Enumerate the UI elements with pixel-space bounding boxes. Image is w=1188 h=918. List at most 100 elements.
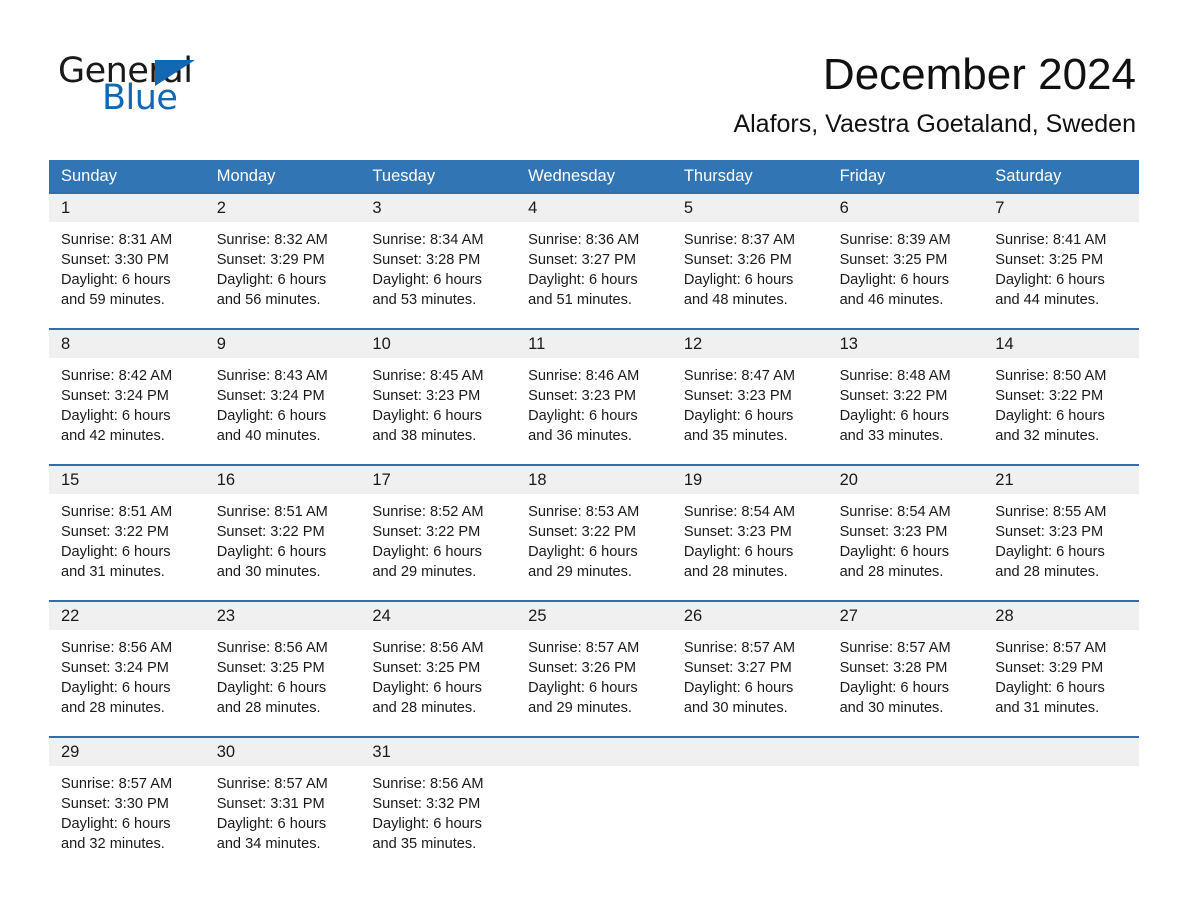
day-detail-line: Sunset: 3:26 PM — [528, 659, 637, 676]
day-cell[interactable]: Sunrise: 8:45 AM Sunset: 3:23 PM Daylight:… — [360, 358, 516, 464]
day-detail-line: Daylight: 6 hours — [372, 271, 482, 288]
day-number[interactable]: 20 — [828, 466, 984, 494]
day-detail-line: Sunrise: 8:54 AM — [839, 503, 951, 520]
day-number[interactable]: 5 — [672, 194, 828, 222]
day-detail-line: Sunrise: 8:45 AM — [372, 367, 484, 384]
day-cell[interactable]: Sunrise: 8:48 AM Sunset: 3:22 PM Daylight:… — [828, 358, 984, 464]
day-detail-line: Sunset: 3:29 PM — [995, 659, 1104, 676]
day-detail-line: and 40 minutes. — [216, 427, 321, 444]
day-number[interactable]: 27 — [828, 602, 984, 630]
day-number[interactable]: 1 — [49, 194, 205, 222]
day-cell[interactable]: Sunrise: 8:53 AM Sunset: 3:22 PM Daylight:… — [516, 494, 672, 600]
day-number[interactable]: 6 — [828, 194, 984, 222]
day-cell[interactable]: Sunrise: 8:41 AM Sunset: 3:25 PM Daylight:… — [983, 222, 1139, 328]
day-detail-line: Daylight: 6 hours — [528, 543, 638, 560]
page-header: General Blue December 2024 Alafors, Vaes… — [0, 0, 1188, 141]
day-detail-line: Sunrise: 8:55 AM — [995, 503, 1107, 520]
day-cell-empty — [983, 766, 1139, 872]
day-detail-line: Daylight: 6 hours — [216, 679, 327, 696]
day-detail-line: Sunrise: 8:53 AM — [528, 503, 640, 520]
day-cell[interactable]: Sunrise: 8:56 AM Sunset: 3:25 PM Daylight:… — [205, 630, 361, 736]
day-cell[interactable]: Sunrise: 8:39 AM Sunset: 3:25 PM Daylight:… — [828, 222, 984, 328]
day-number[interactable]: 18 — [516, 466, 672, 494]
day-cell[interactable]: Sunrise: 8:34 AM Sunset: 3:28 PM Daylight:… — [360, 222, 516, 328]
day-cell[interactable]: Sunrise: 8:54 AM Sunset: 3:23 PM Daylight:… — [672, 494, 828, 600]
day-cell[interactable]: Sunrise: 8:52 AM Sunset: 3:22 PM Daylight:… — [360, 494, 516, 600]
day-number[interactable]: 21 — [983, 466, 1139, 494]
day-number[interactable]: 31 — [360, 738, 516, 766]
day-detail-row: Sunrise: 8:56 AM Sunset: 3:24 PM Daylight:… — [49, 629, 1139, 736]
day-detail-line: Daylight: 6 hours — [216, 543, 327, 560]
day-cell[interactable]: Sunrise: 8:42 AM Sunset: 3:24 PM Daylight:… — [49, 358, 205, 464]
day-detail-line: Sunset: 3:25 PM — [372, 659, 481, 676]
day-cell[interactable]: Sunrise: 8:57 AM Sunset: 3:26 PM Daylight:… — [516, 630, 672, 736]
day-detail-line: Sunset: 3:23 PM — [528, 387, 637, 404]
day-detail-line: Sunset: 3:23 PM — [839, 523, 948, 540]
day-number[interactable]: 8 — [49, 330, 205, 358]
day-number[interactable]: 30 — [205, 738, 361, 766]
day-detail-line: and 28 minutes. — [372, 699, 477, 716]
day-cell[interactable]: Sunrise: 8:51 AM Sunset: 3:22 PM Daylight:… — [205, 494, 361, 600]
day-cell[interactable]: Sunrise: 8:51 AM Sunset: 3:22 PM Daylight:… — [49, 494, 205, 600]
day-number[interactable]: 4 — [516, 194, 672, 222]
day-detail-line: and 48 minutes. — [683, 291, 788, 308]
day-detail-line: Sunset: 3:22 PM — [372, 523, 481, 540]
day-detail-line: and 30 minutes. — [216, 563, 321, 580]
day-cell[interactable]: Sunrise: 8:57 AM Sunset: 3:27 PM Daylight:… — [672, 630, 828, 736]
location-subtitle: Alafors, Vaestra Goetaland, Sweden — [733, 110, 1136, 139]
day-cell[interactable]: Sunrise: 8:54 AM Sunset: 3:23 PM Daylight:… — [828, 494, 984, 600]
day-number[interactable]: 14 — [983, 330, 1139, 358]
day-detail-line: Sunset: 3:27 PM — [683, 659, 792, 676]
day-cell[interactable]: Sunrise: 8:43 AM Sunset: 3:24 PM Daylight:… — [205, 358, 361, 464]
day-number[interactable]: 22 — [49, 602, 205, 630]
day-number[interactable]: 12 — [672, 330, 828, 358]
day-detail-line: Sunset: 3:26 PM — [683, 251, 792, 268]
day-cell[interactable]: Sunrise: 8:57 AM Sunset: 3:29 PM Daylight:… — [983, 630, 1139, 736]
day-cell[interactable]: Sunrise: 8:50 AM Sunset: 3:22 PM Daylight:… — [983, 358, 1139, 464]
day-cell[interactable]: Sunrise: 8:55 AM Sunset: 3:23 PM Daylight:… — [983, 494, 1139, 600]
day-detail-line: and 30 minutes. — [839, 699, 944, 716]
day-cell[interactable]: Sunrise: 8:36 AM Sunset: 3:27 PM Daylight:… — [516, 222, 672, 328]
day-detail-line: Daylight: 6 hours — [61, 543, 171, 560]
day-number[interactable]: 24 — [360, 602, 516, 630]
day-number[interactable]: 3 — [360, 194, 516, 222]
day-number[interactable]: 2 — [205, 194, 361, 222]
weekday-header-row: Sunday Monday Tuesday Wednesday Thursday Frid… — [49, 159, 1139, 192]
day-number[interactable]: 28 — [983, 602, 1139, 630]
day-detail-line: and 36 minutes. — [528, 427, 632, 444]
day-number[interactable]: 23 — [205, 602, 361, 630]
day-number[interactable]: 26 — [672, 602, 828, 630]
day-detail-line: Sunset: 3:24 PM — [61, 387, 169, 404]
day-detail-line: and 30 minutes. — [683, 699, 788, 716]
day-cell[interactable]: Sunrise: 8:56 AM Sunset: 3:32 PM Daylight:… — [360, 766, 516, 872]
day-number-empty — [983, 738, 1139, 766]
day-detail-line: and 59 minutes. — [61, 291, 165, 308]
day-cell[interactable]: Sunrise: 8:32 AM Sunset: 3:29 PM Daylight:… — [205, 222, 361, 328]
day-number[interactable]: 11 — [516, 330, 672, 358]
day-cell[interactable]: Sunrise: 8:57 AM Sunset: 3:28 PM Daylight:… — [828, 630, 984, 736]
day-cell[interactable]: Sunrise: 8:56 AM Sunset: 3:25 PM Daylight:… — [360, 630, 516, 736]
day-cell[interactable]: Sunrise: 8:57 AM Sunset: 3:30 PM Daylight:… — [49, 766, 205, 872]
day-number[interactable]: 10 — [360, 330, 516, 358]
day-detail-row: Sunrise: 8:51 AM Sunset: 3:22 PM Daylight:… — [49, 493, 1139, 600]
day-cell[interactable]: Sunrise: 8:57 AM Sunset: 3:31 PM Daylight:… — [205, 766, 361, 872]
day-number[interactable]: 16 — [205, 466, 361, 494]
day-detail-line: Daylight: 6 hours — [683, 407, 794, 424]
day-number[interactable]: 9 — [205, 330, 361, 358]
day-cell[interactable]: Sunrise: 8:47 AM Sunset: 3:23 PM Daylight:… — [672, 358, 828, 464]
day-detail-line: and 42 minutes. — [61, 427, 165, 444]
day-number[interactable]: 17 — [360, 466, 516, 494]
day-cell[interactable]: Sunrise: 8:56 AM Sunset: 3:24 PM Daylight:… — [49, 630, 205, 736]
day-number[interactable]: 13 — [828, 330, 984, 358]
day-number[interactable]: 29 — [49, 738, 205, 766]
day-detail-line: Sunrise: 8:57 AM — [61, 775, 173, 792]
day-number[interactable]: 19 — [672, 466, 828, 494]
day-number[interactable]: 7 — [983, 194, 1139, 222]
day-number[interactable]: 15 — [49, 466, 205, 494]
day-detail-line: Sunset: 3:30 PM — [61, 251, 169, 268]
day-cell[interactable]: Sunrise: 8:46 AM Sunset: 3:23 PM Daylight:… — [516, 358, 672, 464]
day-number[interactable]: 25 — [516, 602, 672, 630]
day-cell[interactable]: Sunrise: 8:37 AM Sunset: 3:26 PM Daylight:… — [672, 222, 828, 328]
day-detail-line: Daylight: 6 hours — [372, 679, 482, 696]
day-cell[interactable]: Sunrise: 8:31 AM Sunset: 3:30 PM Daylight:… — [49, 222, 205, 328]
